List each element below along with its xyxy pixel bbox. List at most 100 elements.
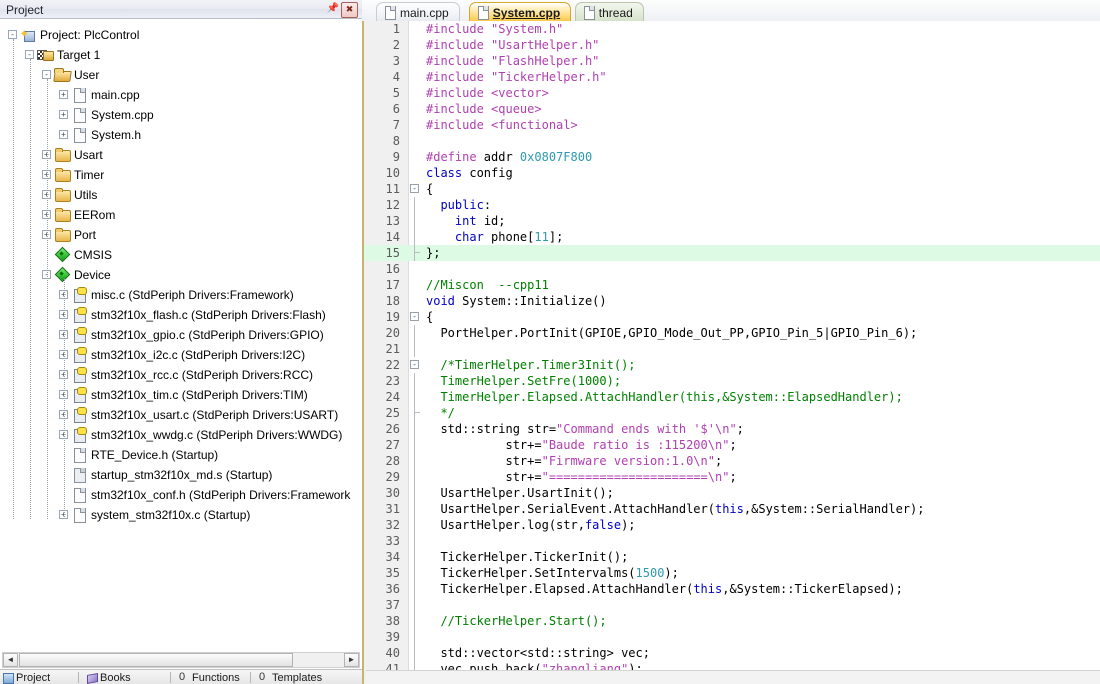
editor-tab-thread[interactable]: thread bbox=[574, 2, 644, 21]
hscroll-right-arrow[interactable]: ► bbox=[344, 653, 359, 667]
code-line[interactable]: 10 class config bbox=[364, 165, 1100, 181]
tree-node[interactable]: + misc.c (StdPeriph Drivers:Framework) bbox=[8, 284, 362, 304]
tree-node[interactable]: + stm32f10x_flash.c (StdPeriph Drivers:Fl… bbox=[8, 304, 362, 324]
code-line[interactable]: 8 bbox=[364, 133, 1100, 149]
fold-collapse-icon[interactable]: - bbox=[410, 360, 419, 369]
code-line[interactable]: 22 - /*TimerHelper.Timer3Init(); bbox=[364, 357, 1100, 373]
dock-tab-templates[interactable]: Templates bbox=[258, 671, 322, 684]
tree-node[interactable]: + main.cpp bbox=[8, 84, 362, 104]
expand-icon[interactable]: + bbox=[59, 110, 68, 120]
code-line[interactable]: 29 str+="======================\n"; bbox=[364, 469, 1100, 485]
hscroll-thumb[interactable] bbox=[19, 653, 293, 667]
tree-guide-line bbox=[47, 79, 48, 519]
project-tree: -Project: PlcControl-Target 1-User+main.… bbox=[0, 19, 362, 524]
code-area[interactable]: 1 #include "System.h" 2 #include "UsartHelp… bbox=[364, 21, 1100, 684]
code-line[interactable]: 11 -{ bbox=[364, 181, 1100, 197]
code-line[interactable]: 31 UsartHelper.SerialEvent.AttachHandler… bbox=[364, 501, 1100, 517]
code-line[interactable]: 4 #include "TickerHelper.h" bbox=[364, 69, 1100, 85]
tree-node[interactable]: - Project: PlcControl bbox=[8, 24, 362, 45]
code-line[interactable]: 9 #define addr 0x0807F800 bbox=[364, 149, 1100, 165]
editor-tab-main-cpp[interactable]: main.cpp bbox=[376, 2, 460, 21]
code-line[interactable]: 17 //Miscon --cpp11 bbox=[364, 277, 1100, 293]
code-text: UsartHelper.SerialEvent.AttachHandler(th… bbox=[426, 501, 924, 517]
dock-tab-books[interactable]: Books bbox=[86, 672, 131, 684]
collapse-icon[interactable]: - bbox=[25, 50, 34, 60]
tree-node[interactable]: - Target 1 bbox=[8, 44, 362, 64]
code-line[interactable]: 35 TickerHelper.SetIntervalms(1500); bbox=[364, 565, 1100, 581]
code-line[interactable]: 33 bbox=[364, 533, 1100, 549]
tree-node[interactable]: + stm32f10x_gpio.c (StdPeriph Drivers:GPI… bbox=[8, 324, 362, 344]
code-line[interactable]: 23 TimerHelper.SetFre(1000); bbox=[364, 373, 1100, 389]
code-line[interactable]: 25 */ bbox=[364, 405, 1100, 421]
dock-tab-functions[interactable]: Functions bbox=[178, 671, 240, 684]
tree-node[interactable]: + EERom bbox=[8, 204, 362, 224]
bottom-dock-tabstrip[interactable]: Project Books Functions Templates bbox=[0, 669, 362, 684]
project-tree-hscrollbar[interactable]: ◄ ► bbox=[2, 652, 360, 668]
editor-hscrollbar[interactable] bbox=[366, 670, 1100, 684]
fold-guide-line bbox=[414, 645, 415, 661]
code-line[interactable]: 21 bbox=[364, 341, 1100, 357]
code-line[interactable]: 20 PortHelper.PortInit(GPIOE,GPIO_Mode_O… bbox=[364, 325, 1100, 341]
code-line[interactable]: 6 #include <queue> bbox=[364, 101, 1100, 117]
tree-node[interactable]: + System.h bbox=[8, 124, 362, 144]
tree-node[interactable]: + Usart bbox=[8, 144, 362, 164]
code-line[interactable]: 16 bbox=[364, 261, 1100, 277]
tree-node[interactable]: + stm32f10x_wwdg.c (StdPeriph Drivers:WWD… bbox=[8, 424, 362, 444]
dock-tab-project[interactable]: Project bbox=[2, 672, 50, 684]
tree-node[interactable]: + Port bbox=[8, 224, 362, 244]
tree-node[interactable]: + stm32f10x_i2c.c (StdPeriph Drivers:I2C) bbox=[8, 344, 362, 364]
code-line[interactable]: 30 UsartHelper.UsartInit(); bbox=[364, 485, 1100, 501]
code-line[interactable]: 1 #include "System.h" bbox=[364, 21, 1100, 37]
tree-node[interactable]: + Utils bbox=[8, 184, 362, 204]
fold-collapse-icon[interactable]: - bbox=[410, 184, 419, 193]
expand-icon[interactable]: + bbox=[59, 90, 68, 100]
code-line[interactable]: 28 str+="Firmware version:1.0\n"; bbox=[364, 453, 1100, 469]
code-line[interactable]: 19 -{ bbox=[364, 309, 1100, 325]
code-line[interactable]: 5 #include <vector> bbox=[364, 85, 1100, 101]
tree-node[interactable]: startup_stm32f10x_md.s (Startup) bbox=[8, 464, 362, 484]
code-line[interactable]: 24 TimerHelper.Elapsed.AttachHandler(thi… bbox=[364, 389, 1100, 405]
tree-node[interactable]: + stm32f10x_tim.c (StdPeriph Drivers:TIM) bbox=[8, 384, 362, 404]
collapse-icon[interactable]: - bbox=[42, 70, 51, 80]
code-line[interactable]: 3 #include "FlashHelper.h" bbox=[364, 53, 1100, 69]
tree-node[interactable]: stm32f10x_conf.h (StdPeriph Drivers:Fram… bbox=[8, 484, 362, 504]
tree-node[interactable]: - User bbox=[8, 64, 362, 84]
code-line[interactable]: 40 std::vector<std::string> vec; bbox=[364, 645, 1100, 661]
tree-node[interactable]: - Device bbox=[8, 264, 362, 284]
hscroll-left-arrow[interactable]: ◄ bbox=[3, 653, 18, 667]
collapse-icon[interactable]: - bbox=[8, 30, 17, 40]
pin-icon[interactable]: 📌 bbox=[326, 2, 340, 16]
code-line[interactable]: 18 void System::Initialize() bbox=[364, 293, 1100, 309]
tree-node[interactable]: + system_stm32f10x.c (Startup) bbox=[8, 504, 362, 524]
code-text: str+="======================\n"; bbox=[426, 469, 736, 485]
code-line[interactable]: 15}; bbox=[364, 245, 1100, 261]
expand-icon[interactable]: + bbox=[59, 130, 68, 140]
code-text: #include <vector> bbox=[426, 85, 549, 101]
project-tree-scroll-area[interactable]: -Project: PlcControl-Target 1-User+main.… bbox=[0, 19, 362, 651]
code-line[interactable]: 27 str+="Baude ratio is :115200\n"; bbox=[364, 437, 1100, 453]
folder-icon bbox=[54, 147, 71, 162]
close-icon[interactable]: ✖ bbox=[341, 2, 358, 18]
tree-node[interactable]: CMSIS bbox=[8, 244, 362, 264]
fold-guide-line bbox=[414, 437, 415, 453]
code-line[interactable]: 37 bbox=[364, 597, 1100, 613]
code-line[interactable]: 34 TickerHelper.TickerInit(); bbox=[364, 549, 1100, 565]
code-line[interactable]: 36 TickerHelper.Elapsed.AttachHandler(th… bbox=[364, 581, 1100, 597]
code-line[interactable]: 39 bbox=[364, 629, 1100, 645]
code-line[interactable]: 26 std::string str="Command ends with '$… bbox=[364, 421, 1100, 437]
editor-tab-System-cpp[interactable]: System.cpp bbox=[468, 2, 572, 21]
tree-node[interactable]: + stm32f10x_rcc.c (StdPeriph Drivers:RCC) bbox=[8, 364, 362, 384]
tree-node[interactable]: + stm32f10x_usart.c (StdPeriph Drivers:US… bbox=[8, 404, 362, 424]
tree-node[interactable]: RTE_Device.h (Startup) bbox=[8, 444, 362, 464]
code-line[interactable]: 2 #include "UsartHelper.h" bbox=[364, 37, 1100, 53]
fold-guide-line bbox=[414, 613, 415, 629]
tree-node[interactable]: + Timer bbox=[8, 164, 362, 184]
code-line[interactable]: 38 //TickerHelper.Start(); bbox=[364, 613, 1100, 629]
code-line[interactable]: 14 char phone[11]; bbox=[364, 229, 1100, 245]
code-line[interactable]: 13 int id; bbox=[364, 213, 1100, 229]
code-line[interactable]: 12 public: bbox=[364, 197, 1100, 213]
code-line[interactable]: 7 #include <functional> bbox=[364, 117, 1100, 133]
tree-node[interactable]: + System.cpp bbox=[8, 104, 362, 124]
fold-collapse-icon[interactable]: - bbox=[410, 312, 419, 321]
code-line[interactable]: 32 UsartHelper.log(str,false); bbox=[364, 517, 1100, 533]
